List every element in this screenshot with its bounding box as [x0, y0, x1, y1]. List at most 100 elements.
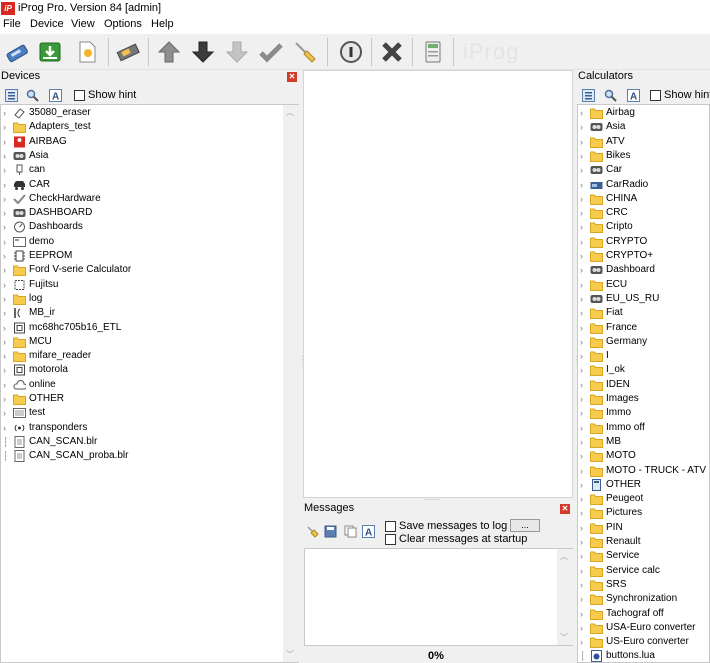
calculator-item[interactable]: › Immo off: [578, 421, 709, 435]
new-file-icon[interactable]: [72, 37, 102, 67]
calculator-item[interactable]: › Peugeot: [578, 492, 709, 506]
expand-arrow-icon[interactable]: ›: [580, 278, 586, 292]
calculator-item[interactable]: › IDEN: [578, 378, 709, 392]
expand-arrow-icon[interactable]: ›: [3, 235, 9, 249]
device-item[interactable]: › Ford V-serie Calculator: [1, 263, 298, 277]
scroll-up-icon[interactable]: ︿: [560, 551, 568, 562]
expand-arrow-icon[interactable]: ›: [3, 335, 9, 349]
calculator-item[interactable]: › MOTO - TRUCK - ATV: [578, 464, 709, 478]
scroll-up-icon[interactable]: ︿: [286, 107, 294, 118]
calculator-item[interactable]: › Pictures: [578, 506, 709, 520]
menu-options[interactable]: Options: [104, 18, 142, 30]
expand-arrow-icon[interactable]: ›: [3, 120, 9, 134]
font-icon[interactable]: A: [48, 88, 62, 102]
broom-icon[interactable]: [305, 524, 319, 538]
expand-arrow-icon[interactable]: ›: [580, 492, 586, 506]
chip-icon[interactable]: [113, 37, 143, 67]
device-item[interactable]: › MB_ir: [1, 306, 298, 320]
device-item[interactable]: ┆ CAN_SCAN_proba.blr: [1, 449, 298, 463]
expand-arrow-icon[interactable]: ›: [580, 607, 586, 621]
device-item[interactable]: › CheckHardware: [1, 192, 298, 206]
device-item[interactable]: › demo: [1, 235, 298, 249]
expand-arrow-icon[interactable]: ›: [3, 263, 9, 277]
device-item[interactable]: › transponders: [1, 421, 298, 435]
expand-arrow-icon[interactable]: ›: [580, 635, 586, 649]
calculator-item[interactable]: › CHINA: [578, 192, 709, 206]
expand-arrow-icon[interactable]: ›: [3, 363, 9, 377]
expand-arrow-icon[interactable]: ›: [580, 192, 586, 206]
expand-arrow-icon[interactable]: ›: [580, 349, 586, 363]
checkmark-icon[interactable]: [256, 37, 286, 67]
device-item[interactable]: › AIRBAG: [1, 135, 298, 149]
search-icon[interactable]: [603, 88, 617, 102]
calculators-show-hint-checkbox[interactable]: [650, 90, 661, 101]
devices-close-icon[interactable]: ✕: [287, 72, 297, 82]
expand-arrow-icon[interactable]: ›: [3, 321, 9, 335]
device-item[interactable]: › online: [1, 378, 298, 392]
devices-scrollbar[interactable]: ︿ ﹀: [283, 105, 299, 662]
calculator-item[interactable]: › Renault: [578, 535, 709, 549]
expand-arrow-icon[interactable]: ›: [3, 192, 9, 206]
device-item[interactable]: › 35080_eraser: [1, 106, 298, 120]
main-work-area[interactable]: [303, 70, 573, 498]
device-item[interactable]: › Dashboards: [1, 220, 298, 234]
calculator-item[interactable]: › Fiat: [578, 306, 709, 320]
expand-arrow-icon[interactable]: ›: [3, 178, 9, 192]
calculator-item[interactable]: › Service: [578, 549, 709, 563]
calculator-item[interactable]: › EU_US_RU: [578, 292, 709, 306]
device-item[interactable]: › EEPROM: [1, 249, 298, 263]
calculator-item[interactable]: › CRYPTO+: [578, 249, 709, 263]
broom-icon[interactable]: [290, 37, 320, 67]
expand-arrow-icon[interactable]: ›: [3, 378, 9, 392]
device-item[interactable]: › motorola: [1, 363, 298, 377]
calculator-item[interactable]: › MB: [578, 435, 709, 449]
expand-arrow-icon[interactable]: ›: [3, 392, 9, 406]
expand-arrow-icon[interactable]: ›: [3, 292, 9, 306]
expand-arrow-icon[interactable]: ›: [580, 249, 586, 263]
save-log-icon[interactable]: [323, 524, 337, 538]
tree-view-icon[interactable]: [4, 88, 18, 102]
calculator-item[interactable]: › ATV: [578, 135, 709, 149]
save-log-checkbox[interactable]: [385, 521, 396, 532]
expand-arrow-icon[interactable]: ›: [3, 149, 9, 163]
expand-arrow-icon[interactable]: ›: [3, 206, 9, 220]
calculator-item[interactable]: › PIN: [578, 521, 709, 535]
device-item[interactable]: › MCU: [1, 335, 298, 349]
calculator-item[interactable]: › US-Euro converter: [578, 635, 709, 649]
calculator-item[interactable]: › Germany: [578, 335, 709, 349]
menu-device[interactable]: Device: [30, 18, 64, 30]
calculator-item[interactable]: › Immo: [578, 406, 709, 420]
expand-arrow-icon[interactable]: ›: [580, 335, 586, 349]
menu-file[interactable]: File: [3, 18, 21, 30]
expand-arrow-icon[interactable]: ›: [580, 392, 586, 406]
calculator-item[interactable]: › ECU: [578, 278, 709, 292]
device-item[interactable]: › test: [1, 406, 298, 420]
messages-close-icon[interactable]: ✕: [560, 504, 570, 514]
expand-arrow-icon[interactable]: ›: [580, 120, 586, 134]
expand-arrow-icon[interactable]: ›: [580, 506, 586, 520]
menu-view[interactable]: View: [71, 18, 95, 30]
calculator-item[interactable]: › OTHER: [578, 478, 709, 492]
arrow-up-icon[interactable]: [154, 37, 184, 67]
calculator-item[interactable]: › USA-Euro converter: [578, 621, 709, 635]
messages-log[interactable]: [304, 548, 573, 646]
calculator-item[interactable]: ┆ buttons.lua: [578, 649, 709, 662]
expand-arrow-icon[interactable]: ›: [580, 578, 586, 592]
expand-arrow-icon[interactable]: ›: [3, 135, 9, 149]
tree-view-icon[interactable]: [581, 88, 595, 102]
copy-icon[interactable]: [343, 524, 357, 538]
calculator-item[interactable]: › Asia: [578, 120, 709, 134]
cross-icon[interactable]: [377, 37, 407, 67]
font-icon[interactable]: A: [361, 524, 375, 538]
search-icon[interactable]: [25, 88, 39, 102]
expand-arrow-icon[interactable]: ›: [580, 135, 586, 149]
calculator-item[interactable]: › Synchronization: [578, 592, 709, 606]
scroll-down-icon[interactable]: ﹀: [560, 632, 568, 643]
expand-arrow-icon[interactable]: ›: [580, 363, 586, 377]
arrow-down-disabled-icon[interactable]: [222, 37, 252, 67]
expand-arrow-icon[interactable]: ›: [580, 263, 586, 277]
device-item[interactable]: › can: [1, 163, 298, 177]
expand-arrow-icon[interactable]: ›: [580, 449, 586, 463]
expand-arrow-icon[interactable]: ›: [3, 249, 9, 263]
expand-arrow-icon[interactable]: ›: [580, 306, 586, 320]
